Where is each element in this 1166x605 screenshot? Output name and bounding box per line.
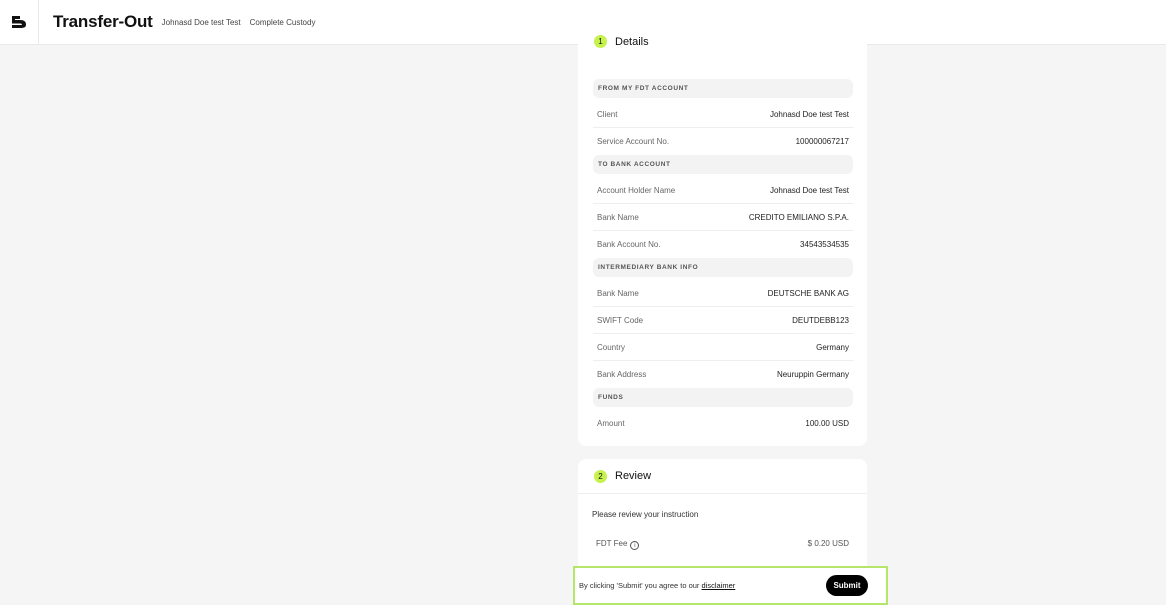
fee-row: FDT Fee i $ 0.20 USD — [596, 539, 849, 550]
section-heading: FROM MY FDT ACCOUNT — [593, 79, 853, 98]
detail-value: Johnasd Doe test Test — [769, 109, 849, 119]
detail-row: Client Johnasd Doe test Test — [593, 101, 853, 128]
detail-value: Johnasd Doe test Test — [769, 185, 849, 195]
detail-value: CREDITO EMILIANO S.P.A. — [748, 212, 849, 222]
submit-button[interactable]: Submit — [826, 575, 868, 596]
detail-row: Country Germany — [593, 334, 853, 361]
brand-logo-icon — [12, 16, 26, 28]
detail-row: Bank Address Neuruppin Germany — [593, 361, 853, 388]
detail-label: Bank Address — [597, 370, 647, 379]
step-1-badge: 1 — [594, 35, 607, 48]
detail-label: Amount — [597, 419, 625, 428]
detail-value: 100.00 USD — [805, 419, 849, 428]
review-header: 2 Review — [578, 459, 867, 494]
logo[interactable] — [0, 0, 39, 45]
fee-label-wrap: FDT Fee i — [596, 539, 640, 550]
detail-label: Client — [597, 109, 618, 119]
submit-footer: By clicking 'Submit' you agree to our di… — [573, 566, 888, 605]
detail-row: Service Account No. 100000067217 — [593, 128, 853, 155]
details-title: Details — [615, 35, 649, 48]
page-title: Transfer-Out — [53, 12, 153, 31]
detail-row: Bank Name CREDITO EMILIANO S.P.A. — [593, 204, 853, 231]
detail-label: Bank Account No. — [597, 240, 661, 249]
detail-label: Account Holder Name — [597, 185, 676, 195]
details-header: 1 Details — [594, 35, 649, 48]
details-body: FROM MY FDT ACCOUNT Client Johnasd Doe tes… — [593, 79, 853, 437]
review-title: Review — [615, 470, 652, 482]
fee-label: FDT Fee — [596, 539, 628, 548]
detail-label: SWIFT Code — [597, 315, 644, 325]
detail-value: Germany — [816, 342, 849, 352]
details-card: 1 Details FROM MY FDT ACCOUNT Client Johna… — [578, 30, 867, 446]
agreement-prefix: By clicking 'Submit' you agree to our — [579, 581, 702, 590]
detail-value: 34543534535 — [800, 240, 849, 249]
detail-label: Country — [597, 342, 626, 352]
detail-row: Amount 100.00 USD — [593, 410, 853, 437]
section-heading: INTERMEDIARY BANK INFO — [593, 258, 853, 277]
detail-row: Bank Name DEUTSCHE BANK AG — [593, 280, 853, 307]
detail-value: 100000067217 — [795, 137, 849, 146]
detail-row: Bank Account No. 34543534535 — [593, 231, 853, 258]
agreement-text: By clicking 'Submit' you agree to our di… — [579, 581, 735, 590]
client-name: Johnasd Doe test Test — [161, 17, 241, 27]
fee-value: $ 0.20 USD — [807, 539, 849, 548]
section-heading: FUNDS — [593, 388, 853, 407]
detail-row: SWIFT Code DEUTDEBB123 — [593, 307, 853, 334]
review-message: Please review your instruction — [592, 510, 699, 519]
detail-label: Bank Name — [597, 288, 639, 298]
detail-label: Bank Name — [597, 212, 639, 222]
detail-value: Neuruppin Germany — [776, 370, 849, 379]
detail-label: Service Account No. — [597, 137, 670, 146]
step-2-badge: 2 — [594, 469, 607, 483]
account-type: Complete Custody — [249, 17, 316, 27]
detail-value: DEUTSCHE BANK AG — [767, 288, 849, 298]
detail-row: Account Holder Name Johnasd Doe test Test — [593, 177, 853, 204]
disclaimer-link[interactable]: disclaimer — [702, 581, 736, 590]
info-icon[interactable]: i — [630, 541, 640, 550]
detail-value: DEUTDEBB123 — [792, 315, 849, 325]
section-heading: TO BANK ACCOUNT — [593, 155, 853, 174]
